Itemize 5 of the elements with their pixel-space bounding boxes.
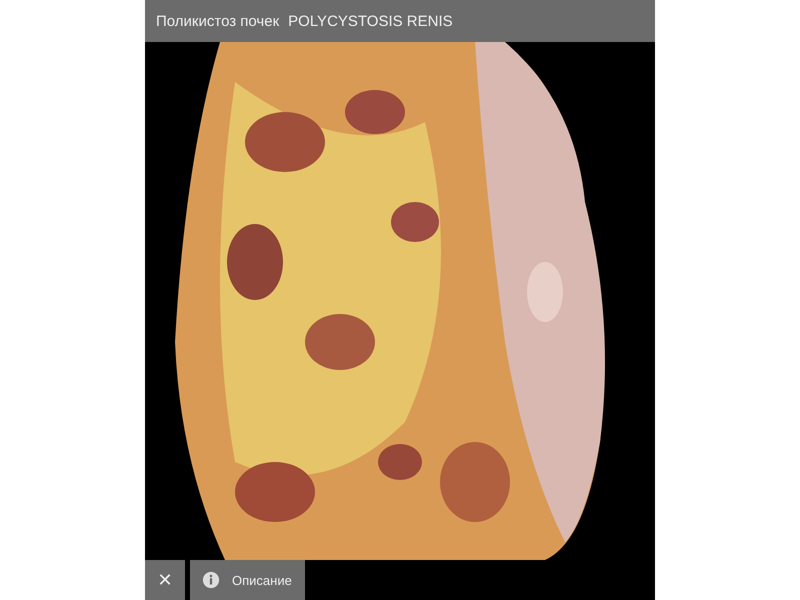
title-text: Поликистоз почек bbox=[156, 12, 280, 30]
latin-title-text: POLYCYSTOSIS RENIS bbox=[288, 12, 453, 30]
description-button[interactable]: Описание bbox=[190, 560, 305, 600]
close-button[interactable]: ✕ bbox=[145, 560, 185, 600]
info-icon bbox=[202, 571, 220, 589]
